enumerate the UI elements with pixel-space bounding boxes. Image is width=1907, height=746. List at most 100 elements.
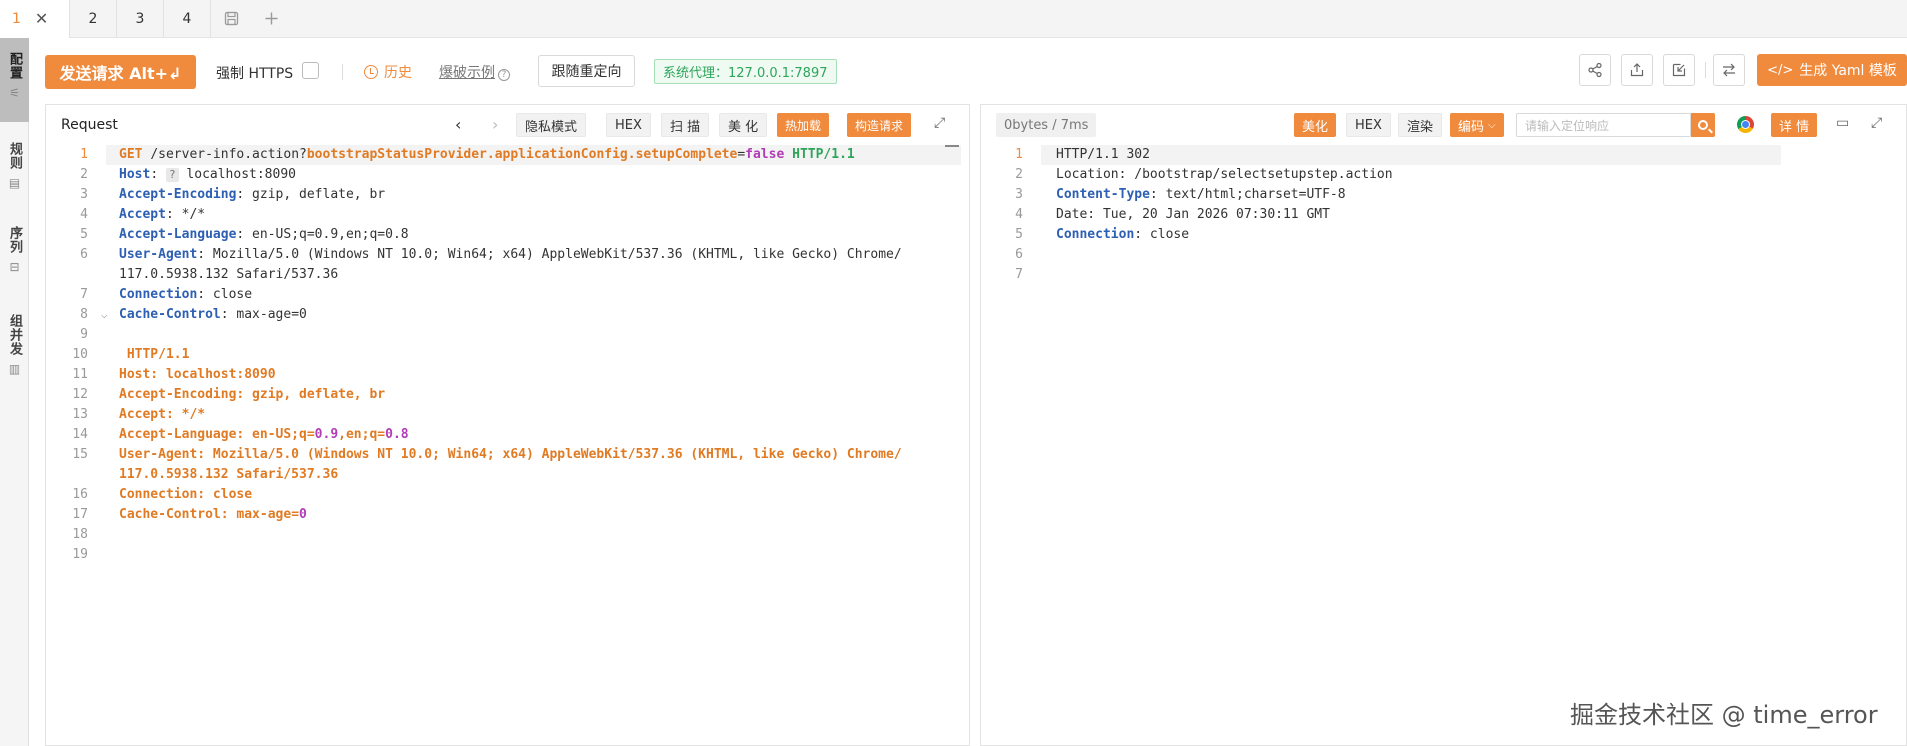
- sidebar-item-config[interactable]: 配置 ⚟: [0, 38, 29, 122]
- host-hint-chip[interactable]: ?: [165, 168, 179, 182]
- code-token: : close: [1134, 227, 1190, 242]
- save-icon[interactable]: [211, 0, 251, 38]
- columns-icon: ▥: [8, 362, 21, 376]
- line-number: 17: [72, 507, 88, 522]
- history-button[interactable]: 历史: [364, 62, 412, 82]
- render-button[interactable]: 渲染: [1398, 113, 1443, 137]
- import-icon[interactable]: [1663, 54, 1695, 86]
- request-panel: Request ‹ › 隐私模式 HEX 扫 描 美 化 热加载 构造请求 ⤢ …: [45, 104, 970, 746]
- sidebar-item-label: 组并发: [7, 314, 22, 356]
- sidebar-item-sequence[interactable]: 序列 ⊟: [0, 218, 29, 300]
- line-number: 7: [1015, 267, 1023, 282]
- code-icon: </>: [1767, 62, 1794, 78]
- encoding-dropdown[interactable]: 编码 ⌵: [1450, 113, 1504, 137]
- code-token: /server-info.action?: [150, 147, 307, 162]
- search-icon[interactable]: [1691, 113, 1715, 137]
- clock-icon: [364, 65, 378, 79]
- share-icon[interactable]: [1579, 54, 1611, 86]
- code-line: 6: [981, 245, 1906, 265]
- beautify-button[interactable]: 美 化: [719, 113, 768, 137]
- comment-icon[interactable]: ▭: [1836, 115, 1849, 131]
- locate-search-input[interactable]: 请输入定位响应: [1516, 113, 1691, 137]
- code-line: 4 Accept: */*: [46, 205, 969, 225]
- chevron-down-icon: ⌵: [1488, 119, 1496, 131]
- sidebar-item-rules[interactable]: 规则 ▤: [0, 134, 29, 214]
- sliders-icon: ⚟: [9, 86, 20, 100]
- line-number: 3: [1015, 187, 1023, 202]
- code-line: 16 Connection: close: [46, 485, 969, 505]
- swap-icon[interactable]: [1713, 54, 1745, 86]
- fold-chevron-icon[interactable]: ⌵: [101, 305, 108, 325]
- build-request-button[interactable]: 构造请求: [847, 113, 912, 137]
- fullscreen-icon[interactable]: ⤢: [1871, 115, 1882, 131]
- sidebar-item-concurrency[interactable]: 组并发 ▥: [0, 306, 29, 392]
- code-token: Connection: [119, 287, 198, 302]
- tab-1[interactable]: 1 ✕: [0, 0, 70, 38]
- response-panel: 0bytes / 7ms 美化 HEX 渲染 编码 ⌵ 请输入定位响应 详 情 …: [980, 104, 1907, 746]
- help-icon: ?: [498, 69, 510, 81]
- response-editor[interactable]: 1 HTTP/1.1 302 2 Location: /bootstrap/selec…: [981, 145, 1906, 745]
- generate-yaml-label: 生成 Yaml 模板: [1799, 63, 1897, 79]
- code-token: Accept-Encoding: [119, 187, 237, 202]
- line-number: 10: [72, 347, 88, 362]
- code-token: HTTP/1.1 302: [1056, 147, 1150, 162]
- tab-2[interactable]: 2: [70, 0, 117, 38]
- code-line: 117.0.5938.132 Safari/537.36: [46, 265, 969, 285]
- send-request-button[interactable]: 发送请求 Alt+↲: [45, 55, 196, 89]
- code-token: HTTP/1.1: [792, 147, 855, 162]
- generate-yaml-button[interactable]: </> 生成 Yaml 模板: [1757, 54, 1907, 86]
- tab-1-label: 1: [12, 10, 21, 27]
- fullscreen-icon[interactable]: ⤢: [934, 115, 945, 131]
- code-text: Accept: */*: [119, 405, 205, 425]
- code-text: 117.0.5938.132 Safari/537.36: [119, 265, 338, 285]
- code-line: 13 Accept: */*: [46, 405, 969, 425]
- code-line: 11 Host: localhost:8090: [46, 365, 969, 385]
- code-text: Cache-Control: max-age=0: [119, 305, 307, 325]
- force-https-checkbox[interactable]: [302, 62, 319, 79]
- code-text: Accept-Language: en-US;q=0.9,en;q=0.8: [119, 225, 409, 245]
- code-token: User-Agent: Mozilla/5.0 (Windows NT 10.0…: [119, 447, 902, 462]
- beautify-button[interactable]: 美化: [1294, 113, 1337, 137]
- hex-button[interactable]: HEX: [606, 113, 651, 137]
- code-text: Location: /bootstrap/selectsetupstep.act…: [1056, 165, 1393, 185]
- line-number: 6: [80, 247, 88, 262]
- tab-4[interactable]: 4: [164, 0, 211, 38]
- tab-3[interactable]: 3: [117, 0, 164, 38]
- line-number: 8: [80, 307, 88, 322]
- hot-load-button[interactable]: 热加载: [777, 113, 830, 137]
- code-token: Accept-Language: en-US;q: [119, 427, 307, 442]
- detail-button[interactable]: 详 情: [1771, 113, 1818, 137]
- system-proxy-badge[interactable]: 系统代理：127.0.0.1:7897: [654, 59, 837, 84]
- code-line: 8 ⌵ Cache-Control: max-age=0: [46, 305, 969, 325]
- chevron-right-icon[interactable]: ›: [492, 115, 498, 134]
- private-mode-button[interactable]: 隐私模式: [516, 113, 587, 137]
- line-number: 16: [72, 487, 88, 502]
- chrome-icon[interactable]: [1737, 116, 1754, 133]
- export-icon[interactable]: [1621, 54, 1653, 86]
- follow-redirect-button[interactable]: 跟随重定向: [538, 55, 635, 87]
- code-text: Connection: close: [119, 485, 252, 505]
- watermark: 掘金技术社区 @ time_error: [1570, 701, 1878, 729]
- code-token: Accept: */*: [119, 407, 206, 422]
- brute-example-link[interactable]: 爆破示例?: [439, 62, 510, 82]
- code-line: 2 Host: ? localhost:8090: [46, 165, 969, 185]
- code-token: Accept-Language: [119, 227, 237, 242]
- code-token: false: [745, 147, 785, 162]
- code-token: =: [306, 427, 315, 442]
- code-token: : close: [197, 287, 253, 302]
- request-header: Request ‹ › 隐私模式 HEX 扫 描 美 化 热加载 构造请求 ⤢: [46, 105, 969, 145]
- code-token: :: [150, 167, 166, 182]
- chevron-left-icon[interactable]: ‹: [455, 115, 461, 134]
- code-line: 6 User-Agent: Mozilla/5.0 (Windows NT 10.…: [46, 245, 969, 265]
- scan-button[interactable]: 扫 描: [661, 113, 710, 137]
- code-line: 15 User-Agent: Mozilla/5.0 (Windows NT 10…: [46, 445, 969, 465]
- line-number: 1: [1015, 147, 1023, 162]
- code-line: 2 Location: /bootstrap/selectsetupstep.ac…: [981, 165, 1906, 185]
- close-icon[interactable]: ✕: [35, 9, 48, 28]
- line-number: 4: [1015, 207, 1023, 222]
- code-token: : text/html;charset=UTF-8: [1149, 187, 1346, 202]
- code-text: Accept-Language: en-US;q=0.9,en;q=0.8: [119, 425, 409, 445]
- hex-button[interactable]: HEX: [1346, 113, 1391, 137]
- request-editor[interactable]: 1 GET /server-info.action?bootstrapStatus…: [46, 145, 969, 745]
- add-tab-icon[interactable]: [251, 0, 291, 38]
